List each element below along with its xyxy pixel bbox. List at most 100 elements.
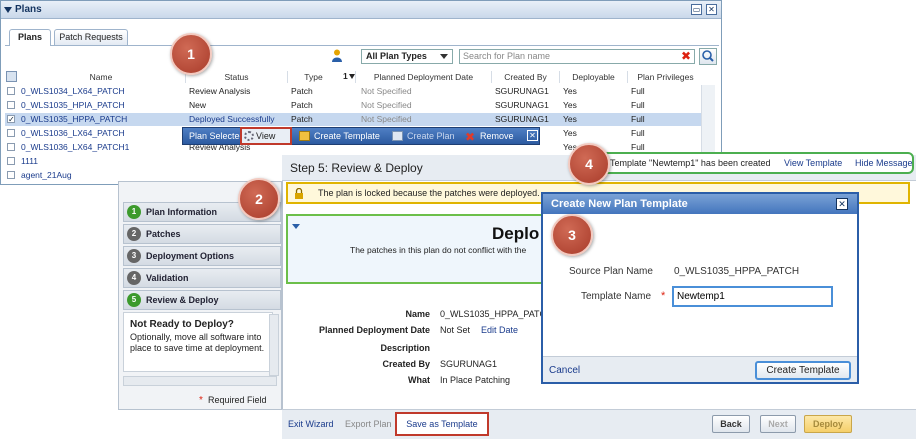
table-row[interactable]: 0_WLS1034_LX64_PATCH Review Analysis Patch…: [5, 85, 705, 98]
detail-label: Planned Deployment Date: [318, 325, 430, 335]
person-icon[interactable]: [332, 49, 342, 62]
plan-selected-toolbar: Plan Selected Create Template Create Pla…: [182, 127, 540, 145]
dialog-close-icon[interactable]: ✕: [836, 198, 848, 210]
cell-priv: Full: [631, 86, 645, 96]
step-label: Patches: [146, 229, 181, 239]
template-name-input[interactable]: [672, 286, 833, 307]
template-icon: [299, 131, 310, 141]
plan-type-filter[interactable]: All Plan Types: [361, 49, 453, 64]
deploy-button[interactable]: Deploy: [804, 415, 852, 433]
col-name[interactable]: Name: [19, 71, 183, 83]
row-checkbox[interactable]: [7, 143, 15, 151]
view-template-link[interactable]: View Template: [784, 154, 842, 172]
cell-name[interactable]: 0_WLS1035_HPIA_PATCH: [21, 99, 187, 112]
detail-value: 0_WLS1035_HPPA_PATCH: [440, 309, 553, 319]
locked-message: The plan is locked because the patches w…: [318, 188, 540, 198]
notification-message: Template "Newtemp1" has been created: [610, 158, 771, 168]
screenshot-root: Plans ▭ ✕ Plans Patch Requests All Plan …: [0, 0, 916, 439]
col-type[interactable]: Type: [287, 71, 339, 83]
col-planned-date[interactable]: Planned Deployment Date: [355, 71, 491, 83]
wizard-step-5[interactable]: 5 Review & Deploy: [123, 290, 281, 310]
next-button[interactable]: Next: [760, 415, 796, 433]
not-ready-panel: Not Ready to Deploy? Optionally, move al…: [123, 312, 273, 372]
create-template-button[interactable]: Create Template: [314, 128, 380, 144]
search-input[interactable]: Search for Plan name: [459, 49, 695, 64]
step-number-badge: 1: [127, 205, 141, 219]
cell-name[interactable]: 0_WLS1036_LX64_PATCH: [21, 127, 187, 140]
exit-wizard-link[interactable]: Exit Wizard: [288, 419, 334, 429]
tab-plans[interactable]: Plans: [9, 29, 51, 46]
cell-created: SGURUNAG1: [495, 100, 549, 110]
cell-name[interactable]: 0_WLS1036_LX64_PATCH1: [21, 141, 187, 154]
create-template-button[interactable]: Create Template: [755, 361, 851, 380]
hide-message-link[interactable]: Hide Message: [855, 154, 913, 172]
col-created-by[interactable]: Created By: [491, 71, 559, 83]
restore-icon[interactable]: ▭: [691, 4, 702, 15]
cell-date: Not Specified: [361, 86, 412, 96]
wizard-footer: Exit Wizard Export Plan Save as Template…: [282, 409, 916, 439]
template-created-notification: Template "Newtemp1" has been created Vie…: [574, 152, 914, 174]
save-as-template-link[interactable]: Save as Template: [395, 412, 489, 436]
step-number-badge: 4: [127, 271, 141, 285]
callout-1: 1: [170, 33, 212, 75]
tab-underline: [5, 45, 719, 46]
wizard-hscrollbar[interactable]: [123, 376, 277, 386]
wizard-step-3[interactable]: 3 Deployment Options: [123, 246, 281, 266]
cell-date: Not Specified: [361, 114, 412, 124]
edit-columns-icon[interactable]: [6, 71, 17, 82]
required-star-icon: *: [661, 290, 666, 302]
toolbar-close-icon[interactable]: ✕: [527, 130, 538, 141]
col-deployable[interactable]: Deployable: [559, 71, 627, 83]
row-checkbox[interactable]: [7, 157, 15, 165]
view-gear-icon: [244, 131, 254, 141]
table-row[interactable]: 0_WLS1035_HPIA_PATCH New Patch Not Specifie…: [5, 99, 705, 112]
wizard-step-4[interactable]: 4 Validation: [123, 268, 281, 288]
step-number-badge: 5: [127, 293, 141, 307]
wizard-step-2[interactable]: 2 Patches: [123, 224, 281, 244]
cancel-link[interactable]: Cancel: [549, 365, 580, 376]
required-field-label: Required Field: [208, 395, 267, 405]
clear-search-icon[interactable]: ✖: [681, 50, 692, 62]
tab-patch-requests[interactable]: Patch Requests: [54, 29, 128, 45]
detail-value: SGURUNAG1: [440, 359, 498, 369]
row-checkbox[interactable]: [7, 129, 15, 137]
col-plan-privileges[interactable]: Plan Privileges: [627, 71, 703, 83]
lock-icon: [294, 187, 304, 199]
cell-type: Patch: [291, 86, 313, 96]
cell-created: SGURUNAG1: [495, 86, 549, 96]
detail-label: Created By: [382, 359, 430, 369]
callout-2: 2: [238, 178, 280, 220]
export-plan-link[interactable]: Export Plan: [345, 419, 392, 429]
search-icon[interactable]: [699, 48, 717, 65]
view-button[interactable]: View: [240, 127, 292, 145]
cell-name[interactable]: 0_WLS1034_LX64_PATCH: [21, 85, 187, 98]
row-checkbox[interactable]: ✓: [7, 115, 15, 124]
table-row[interactable]: ✓ 0_WLS1035_HPPA_PATCH Deployed Successful…: [5, 113, 705, 126]
row-checkbox[interactable]: [7, 87, 15, 95]
cell-priv: Full: [631, 114, 645, 124]
wizard-scrollbar[interactable]: [269, 314, 279, 376]
edit-date-link[interactable]: Edit Date: [481, 325, 518, 335]
callout-3: 3: [551, 214, 593, 256]
remove-x-icon: ✖: [465, 130, 476, 144]
cell-name[interactable]: 1111: [21, 155, 187, 168]
cell-name[interactable]: 0_WLS1035_HPPA_PATCH: [21, 113, 187, 126]
expand-triangle-icon[interactable]: [292, 224, 300, 229]
dialog-footer: Cancel Create Template: [543, 356, 857, 382]
cell-date: Not Specified: [361, 100, 412, 110]
detail-label: Name: [405, 309, 430, 319]
row-checkbox[interactable]: [7, 171, 15, 179]
collapse-triangle-icon[interactable]: [4, 7, 12, 13]
back-button[interactable]: Back: [712, 415, 750, 433]
row-checkbox[interactable]: [7, 101, 15, 109]
detail-label: Description: [380, 343, 430, 353]
create-plan-button[interactable]: Create Plan: [407, 128, 455, 144]
close-icon[interactable]: ✕: [706, 4, 717, 15]
cell-type: Patch: [291, 114, 313, 124]
remove-button[interactable]: Remove: [480, 128, 514, 144]
step-number-badge: 2: [127, 227, 141, 241]
cell-priv: Full: [631, 100, 645, 110]
detail-label: What: [408, 375, 430, 385]
create-template-dialog: Create New Plan Template ✕ Source Plan N…: [541, 192, 859, 384]
source-plan-value: 0_WLS1035_HPPA_PATCH: [674, 266, 800, 277]
